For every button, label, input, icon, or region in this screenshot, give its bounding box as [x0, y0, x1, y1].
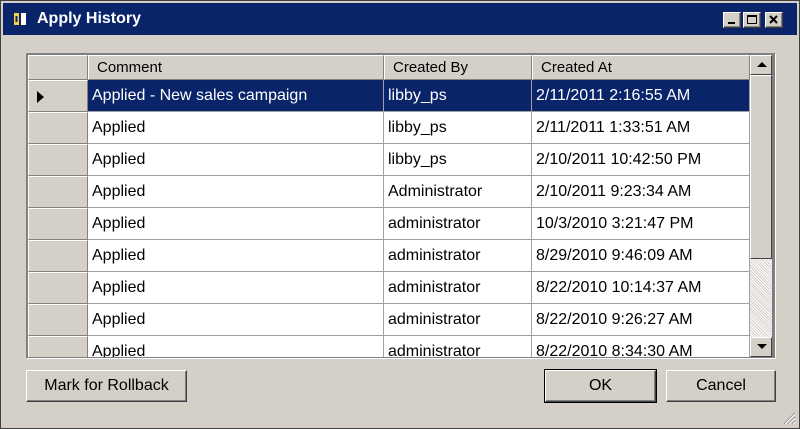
created-at-cell[interactable]: 2/10/2011 9:23:34 AM	[532, 176, 750, 208]
scroll-down-button[interactable]	[750, 337, 772, 357]
comment-cell[interactable]: Applied	[88, 336, 384, 357]
row-header[interactable]	[28, 304, 88, 336]
title-bar[interactable]: Apply History	[3, 3, 797, 35]
comment-cell[interactable]: Applied	[88, 144, 384, 176]
column-header-created-by[interactable]: Created By	[384, 55, 532, 80]
table-row[interactable]: Applied administrator 8/29/2010 9:46:09 …	[28, 240, 750, 272]
created-by-cell[interactable]: administrator	[384, 240, 532, 272]
table-row[interactable]: Applied libby_ps 2/11/2011 1:33:51 AM	[28, 112, 750, 144]
current-row-arrow-icon	[37, 91, 44, 103]
created-at-cell[interactable]: 8/22/2010 8:34:30 AM	[532, 336, 750, 357]
grid-viewport: Comment Created By Created At Applied - …	[28, 55, 750, 357]
created-at-cell[interactable]: 8/22/2010 10:14:37 AM	[532, 272, 750, 304]
ok-button[interactable]: OK	[544, 369, 657, 403]
row-header[interactable]	[28, 112, 88, 144]
minimize-icon	[728, 22, 735, 24]
created-by-cell[interactable]: administrator	[384, 336, 532, 357]
comment-cell[interactable]: Applied	[88, 176, 384, 208]
apply-history-window: Apply History Comment Created By Created…	[0, 0, 800, 429]
table-row[interactable]: Applied administrator 10/3/2010 3:21:47 …	[28, 208, 750, 240]
history-grid: Comment Created By Created At Applied - …	[26, 53, 776, 359]
row-header[interactable]	[28, 272, 88, 304]
column-header-comment[interactable]: Comment	[88, 55, 384, 80]
row-header[interactable]	[28, 80, 88, 112]
vertical-scrollbar[interactable]	[750, 55, 772, 357]
table-row[interactable]: Applied libby_ps 2/10/2011 10:42:50 PM	[28, 144, 750, 176]
row-header[interactable]	[28, 144, 88, 176]
created-at-cell[interactable]: 2/11/2011 1:33:51 AM	[532, 112, 750, 144]
comment-cell[interactable]: Applied	[88, 112, 384, 144]
created-by-cell[interactable]: administrator	[384, 208, 532, 240]
maximize-icon	[747, 15, 757, 24]
table-row[interactable]: Applied administrator 8/22/2010 10:14:37…	[28, 272, 750, 304]
created-by-cell[interactable]: Administrator	[384, 176, 532, 208]
scroll-up-button[interactable]	[750, 55, 772, 75]
close-button[interactable]	[765, 12, 783, 28]
comment-cell[interactable]: Applied	[88, 240, 384, 272]
created-at-cell[interactable]: 10/3/2010 3:21:47 PM	[532, 208, 750, 240]
comment-cell[interactable]: Applied	[88, 272, 384, 304]
comment-cell[interactable]: Applied	[88, 304, 384, 336]
created-at-cell[interactable]: 8/22/2010 9:26:27 AM	[532, 304, 750, 336]
table-row[interactable]: Applied - New sales campaign libby_ps 2/…	[28, 80, 750, 112]
comment-cell[interactable]: Applied	[88, 208, 384, 240]
window-title: Apply History	[37, 10, 142, 27]
app-icon	[12, 11, 28, 27]
table-row[interactable]: Applied administrator 8/22/2010 8:34:30 …	[28, 336, 750, 357]
grid-header: Comment Created By Created At	[28, 55, 750, 80]
row-header[interactable]	[28, 208, 88, 240]
close-icon	[769, 15, 778, 24]
minimize-button[interactable]	[723, 12, 741, 28]
cancel-button[interactable]: Cancel	[666, 370, 776, 402]
mark-for-rollback-button[interactable]: Mark for Rollback	[26, 370, 187, 402]
scrollbar-thumb[interactable]	[750, 75, 772, 259]
row-header[interactable]	[28, 336, 88, 357]
table-row[interactable]: Applied Administrator 2/10/2011 9:23:34 …	[28, 176, 750, 208]
created-by-cell[interactable]: administrator	[384, 304, 532, 336]
created-by-cell[interactable]: libby_ps	[384, 144, 532, 176]
comment-cell[interactable]: Applied - New sales campaign	[88, 80, 384, 112]
row-header[interactable]	[28, 240, 88, 272]
created-at-cell[interactable]: 2/10/2011 10:42:50 PM	[532, 144, 750, 176]
created-by-cell[interactable]: libby_ps	[384, 112, 532, 144]
resize-grip-icon[interactable]	[782, 411, 796, 425]
created-by-cell[interactable]: libby_ps	[384, 80, 532, 112]
column-header-created-at[interactable]: Created At	[532, 55, 750, 80]
maximize-button[interactable]	[743, 12, 761, 28]
created-at-cell[interactable]: 2/11/2011 2:16:55 AM	[532, 80, 750, 112]
table-row[interactable]: Applied administrator 8/22/2010 9:26:27 …	[28, 304, 750, 336]
arrow-up-icon	[757, 62, 767, 67]
header-corner	[28, 55, 88, 80]
row-header[interactable]	[28, 176, 88, 208]
created-by-cell[interactable]: administrator	[384, 272, 532, 304]
created-at-cell[interactable]: 8/29/2010 9:46:09 AM	[532, 240, 750, 272]
arrow-down-icon	[757, 344, 767, 349]
